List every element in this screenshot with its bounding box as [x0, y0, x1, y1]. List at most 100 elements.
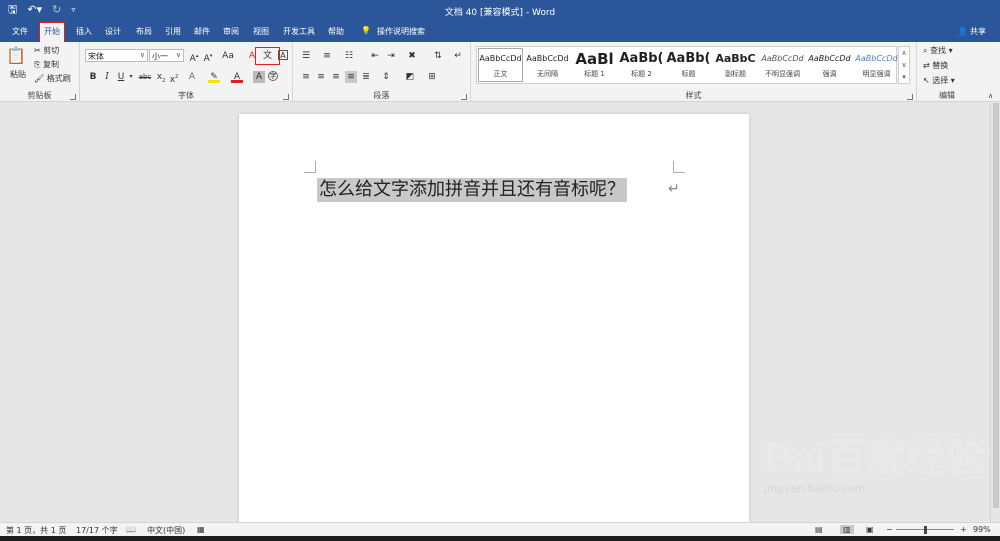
styles-dialog-launcher[interactable] [907, 94, 913, 100]
style-title[interactable]: AaBb(标题 [665, 47, 712, 83]
search-icon: ⌕ [923, 46, 931, 55]
font-size-select[interactable]: 小一 ∨ [149, 49, 184, 62]
subscript-icon[interactable]: x2 [155, 71, 167, 84]
zoom-in-button[interactable]: + [960, 525, 967, 534]
show-formatting-marks-icon[interactable]: ↵ [452, 50, 464, 62]
style-normal[interactable]: AaBbCcDd 正文 [477, 47, 524, 83]
text-effects-icon[interactable]: A [186, 71, 198, 83]
copy-button[interactable]: ⎘ 复制 [34, 59, 59, 70]
justify-icon[interactable]: ≡ [345, 71, 357, 83]
character-border-icon[interactable]: A [278, 50, 288, 60]
format-painter-button[interactable]: 🖌 格式刷 [34, 73, 71, 84]
paste-button[interactable]: 粘贴 [10, 69, 26, 80]
tab-references[interactable]: 引用 [165, 26, 181, 37]
style-name: 明显强调 [862, 70, 891, 78]
line-spacing-icon[interactable]: ⇕ [380, 71, 392, 83]
tab-help[interactable]: 帮助 [328, 26, 344, 37]
zoom-slider-thumb[interactable] [924, 526, 927, 534]
borders-icon[interactable]: ⊞ [426, 71, 438, 83]
shading-icon[interactable]: ◩ [404, 71, 416, 83]
paragraph-dialog-launcher[interactable] [461, 94, 467, 100]
distribute-icon[interactable]: ≣ [360, 71, 372, 83]
style-no-spacing[interactable]: AaBbCcDd 无间隔 [524, 47, 571, 83]
bullets-icon[interactable]: ☰ [300, 50, 312, 62]
share-button[interactable]: 👤 共享 [957, 26, 986, 37]
read-mode-icon[interactable]: ▤ [815, 525, 823, 534]
document-page[interactable]: 怎么给文字添加拼音并且还有音标呢？ ↵ [239, 114, 749, 524]
highlight-color-icon[interactable]: ✎ [208, 71, 220, 83]
language[interactable]: 中文(中国) [147, 525, 185, 536]
paste-icon[interactable]: 📋 [6, 46, 26, 65]
crop-mark [304, 161, 316, 173]
enclose-characters-icon[interactable]: 字 [268, 71, 278, 81]
style-intense-emphasis[interactable]: AaBbCcDd 明显强调 [853, 47, 900, 83]
font-name-select[interactable]: 宋体 ∨ [85, 49, 148, 62]
grow-font-icon[interactable]: A▴ [188, 50, 200, 64]
tab-design[interactable]: 设计 [105, 26, 121, 37]
italic-icon[interactable]: I [101, 71, 113, 83]
vertical-scrollbar[interactable] [990, 103, 1000, 522]
font-dialog-launcher[interactable] [283, 94, 289, 100]
tab-review[interactable]: 审阅 [223, 26, 239, 37]
replace-button[interactable]: ⇄ 替换 [923, 60, 948, 71]
phonetic-guide-button[interactable]: 文 [255, 47, 280, 65]
decrease-indent-icon[interactable]: ⇤ [369, 50, 381, 62]
tab-home[interactable]: 开始 [39, 22, 65, 43]
bold-icon[interactable]: B [87, 71, 99, 83]
character-shading-icon[interactable]: A [253, 71, 265, 83]
style-heading-2[interactable]: AaBb(标题 2 [618, 47, 665, 83]
web-layout-icon[interactable]: ▣ [866, 525, 874, 534]
shrink-font-icon[interactable]: A▾ [202, 50, 214, 64]
style-subtitle[interactable]: AaBbC 副标题 [712, 47, 759, 83]
tab-layout[interactable]: 布局 [136, 26, 152, 37]
crop-mark [673, 161, 685, 173]
paragraph-label: 段落 [373, 91, 390, 100]
more-styles-icon[interactable]: ▾ [899, 71, 909, 83]
page-count[interactable]: 第 1 页，共 1 页 [6, 525, 66, 536]
change-case-button[interactable]: Aa [219, 50, 237, 62]
word-count[interactable]: 17/17 个字 [76, 525, 118, 536]
chevron-down-icon[interactable]: ∨ [899, 59, 909, 71]
collapse-ribbon-icon[interactable]: ∧ [988, 92, 993, 100]
tab-view[interactable]: 视图 [253, 26, 269, 37]
tell-me-search[interactable]: 操作说明搜索 [377, 26, 425, 37]
tab-developer[interactable]: 开发工具 [283, 26, 315, 37]
superscript-icon[interactable]: x2 [168, 71, 180, 85]
cut-button[interactable]: ✂ 剪切 [34, 45, 59, 56]
document-area: 怎么给文字添加拼音并且还有音标呢？ ↵ [0, 103, 990, 524]
clipboard-group: 📋 粘贴 ✂ 剪切 ⎘ 复制 🖌 格式刷 剪贴板 [0, 42, 80, 102]
find-button[interactable]: ⌕ 查找 ▾ [923, 45, 953, 56]
sort-icon[interactable]: ⇅ [432, 50, 444, 62]
style-subtle-emphasis[interactable]: AaBbCcDd 不明显强调 [759, 47, 806, 83]
align-left-icon[interactable]: ≡ [300, 71, 312, 83]
tab-insert[interactable]: 插入 [76, 26, 92, 37]
editing-group: ⌕ 查找 ▾ ⇄ 替换 ↖ 选择 ▾ 编辑 [917, 42, 977, 102]
chevron-up-icon[interactable]: ∧ [899, 47, 909, 59]
status-bar: 第 1 页，共 1 页 17/17 个字 📖 中文(中国) ▦ ▤ ▥ ▣ − … [0, 522, 1000, 536]
strikethrough-icon[interactable]: abc [137, 71, 153, 83]
scrollbar-thumb[interactable] [993, 103, 999, 508]
clipboard-dialog-launcher[interactable] [70, 94, 76, 100]
underline-dropdown-icon[interactable]: ▾ [125, 71, 137, 83]
multilevel-list-icon[interactable]: ☷ [343, 50, 355, 62]
align-right-icon[interactable]: ≡ [330, 71, 342, 83]
format-painter-label: 格式刷 [46, 74, 71, 83]
asian-layout-icon[interactable]: ✖ [406, 50, 418, 62]
numbering-icon[interactable]: ≡ [321, 50, 333, 62]
tab-mailings[interactable]: 邮件 [194, 26, 210, 37]
select-button[interactable]: ↖ 选择 ▾ [923, 75, 955, 86]
selected-text[interactable]: 怎么给文字添加拼音并且还有音标呢？ [317, 178, 627, 202]
style-emphasis[interactable]: AaBbCcDd 强调 [806, 47, 853, 83]
increase-indent-icon[interactable]: ⇥ [385, 50, 397, 62]
tab-file[interactable]: 文件 [12, 26, 28, 37]
style-heading-1[interactable]: AaBl 标题 1 [571, 47, 618, 83]
zoom-level[interactable]: 99% [973, 525, 991, 534]
style-name: 强调 [822, 70, 837, 78]
zoom-out-button[interactable]: − [886, 525, 893, 534]
macro-record-icon[interactable]: ▦ [197, 525, 205, 534]
title-bar: 🖫 ↶▾ ↻ ▿ 文档 40 [兼容模式] - Word [0, 0, 1000, 21]
align-center-icon[interactable]: ≡ [315, 71, 327, 83]
proofing-icon[interactable]: 📖 [126, 525, 136, 534]
font-color-icon[interactable]: A [231, 71, 243, 83]
print-layout-icon[interactable]: ▥ [840, 525, 854, 534]
